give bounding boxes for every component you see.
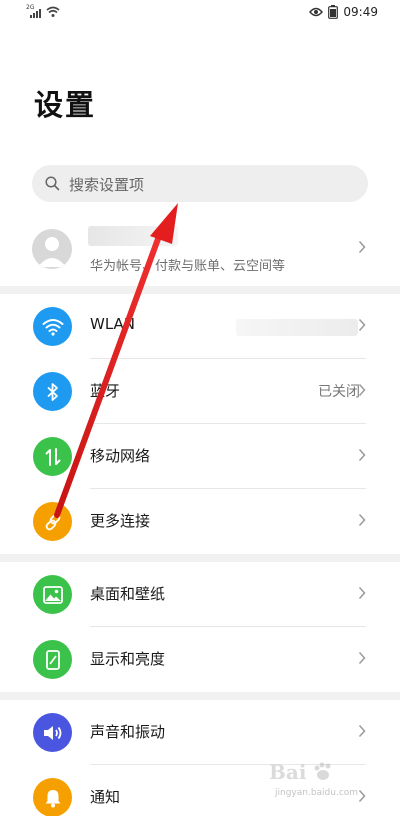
settings-row-label: WLAN	[90, 315, 136, 333]
chevron-right-icon	[358, 318, 366, 332]
settings-row-label: 移动网络	[90, 447, 151, 465]
account-subtitle: 华为帐号、付款与账单、云空间等	[90, 259, 286, 274]
bluetooth-icon	[46, 382, 58, 401]
settings-row-wlan[interactable]: WLAN	[0, 294, 400, 359]
chevron-right-icon	[358, 513, 366, 527]
chevron-right-icon	[358, 240, 366, 254]
settings-row-label: 蓝牙	[90, 382, 121, 400]
wifi-status-icon	[46, 6, 60, 17]
mobile-data-icon	[45, 447, 60, 466]
display-icon-badge	[33, 640, 72, 679]
chevron-right-icon	[358, 724, 366, 738]
settings-row-label: 更多连接	[90, 512, 151, 530]
status-time: 09:49	[343, 5, 378, 19]
settings-row-display[interactable]: 显示和亮度	[0, 627, 400, 692]
avatar	[32, 229, 72, 269]
settings-row-label: 桌面和壁纸	[90, 585, 166, 603]
sound-icon	[43, 725, 61, 740]
settings-row-more-connections[interactable]: 更多连接	[0, 489, 400, 554]
search-placeholder: 搜索设置项	[69, 176, 145, 194]
baidu-jingyan-watermark: Bai jingyan.baidu.com	[263, 758, 378, 806]
eye-comfort-icon	[309, 7, 324, 17]
link-icon	[45, 513, 60, 530]
display-icon	[45, 649, 60, 670]
wifi-icon	[42, 318, 63, 336]
settings-row-mobile-network[interactable]: 移动网络	[0, 424, 400, 489]
page-title: 设置	[34, 88, 97, 122]
wlan-icon-badge	[33, 307, 72, 346]
default-avatar-icon	[38, 237, 66, 267]
section-divider	[0, 692, 400, 700]
battery-icon	[328, 5, 339, 19]
search-icon	[45, 176, 60, 191]
search-input[interactable]: 搜索设置项	[32, 165, 368, 202]
signal-icon	[30, 9, 41, 18]
chevron-right-icon	[358, 586, 366, 600]
bluetooth-icon-badge	[33, 372, 72, 411]
status-bar: 2G 09:49	[0, 0, 400, 26]
more-connections-icon-badge	[33, 502, 72, 541]
chevron-right-icon	[358, 651, 366, 665]
watermark-url: jingyan.baidu.com	[275, 788, 359, 798]
settings-row-label: 显示和亮度	[90, 650, 166, 668]
settings-row-label: 通知	[90, 788, 121, 806]
settings-row-label: 声音和振动	[90, 723, 166, 741]
wallpaper-icon-badge	[33, 575, 72, 614]
bluetooth-status-value: 已关闭	[318, 384, 360, 400]
chevron-right-icon	[358, 383, 366, 397]
status-right: 09:49	[309, 5, 378, 19]
account-name-redacted	[88, 226, 178, 246]
wallpaper-icon	[42, 585, 63, 604]
account-row[interactable]: 华为帐号、付款与账单、云空间等	[0, 212, 400, 284]
settings-row-wallpaper[interactable]: 桌面和壁纸	[0, 562, 400, 627]
watermark-brand: Bai	[269, 760, 307, 784]
mobile-network-icon-badge	[33, 437, 72, 476]
settings-row-bluetooth[interactable]: 蓝牙 已关闭	[0, 359, 400, 424]
notification-icon-badge	[33, 778, 72, 816]
sound-icon-badge	[33, 713, 72, 752]
notification-icon	[45, 789, 60, 807]
baidu-paw-logo-icon	[314, 762, 331, 780]
section-divider	[0, 554, 400, 562]
settings-row-sound[interactable]: 声音和振动	[0, 700, 400, 765]
wlan-network-redacted	[236, 319, 358, 336]
chevron-right-icon	[358, 448, 366, 462]
section-divider	[0, 286, 400, 294]
